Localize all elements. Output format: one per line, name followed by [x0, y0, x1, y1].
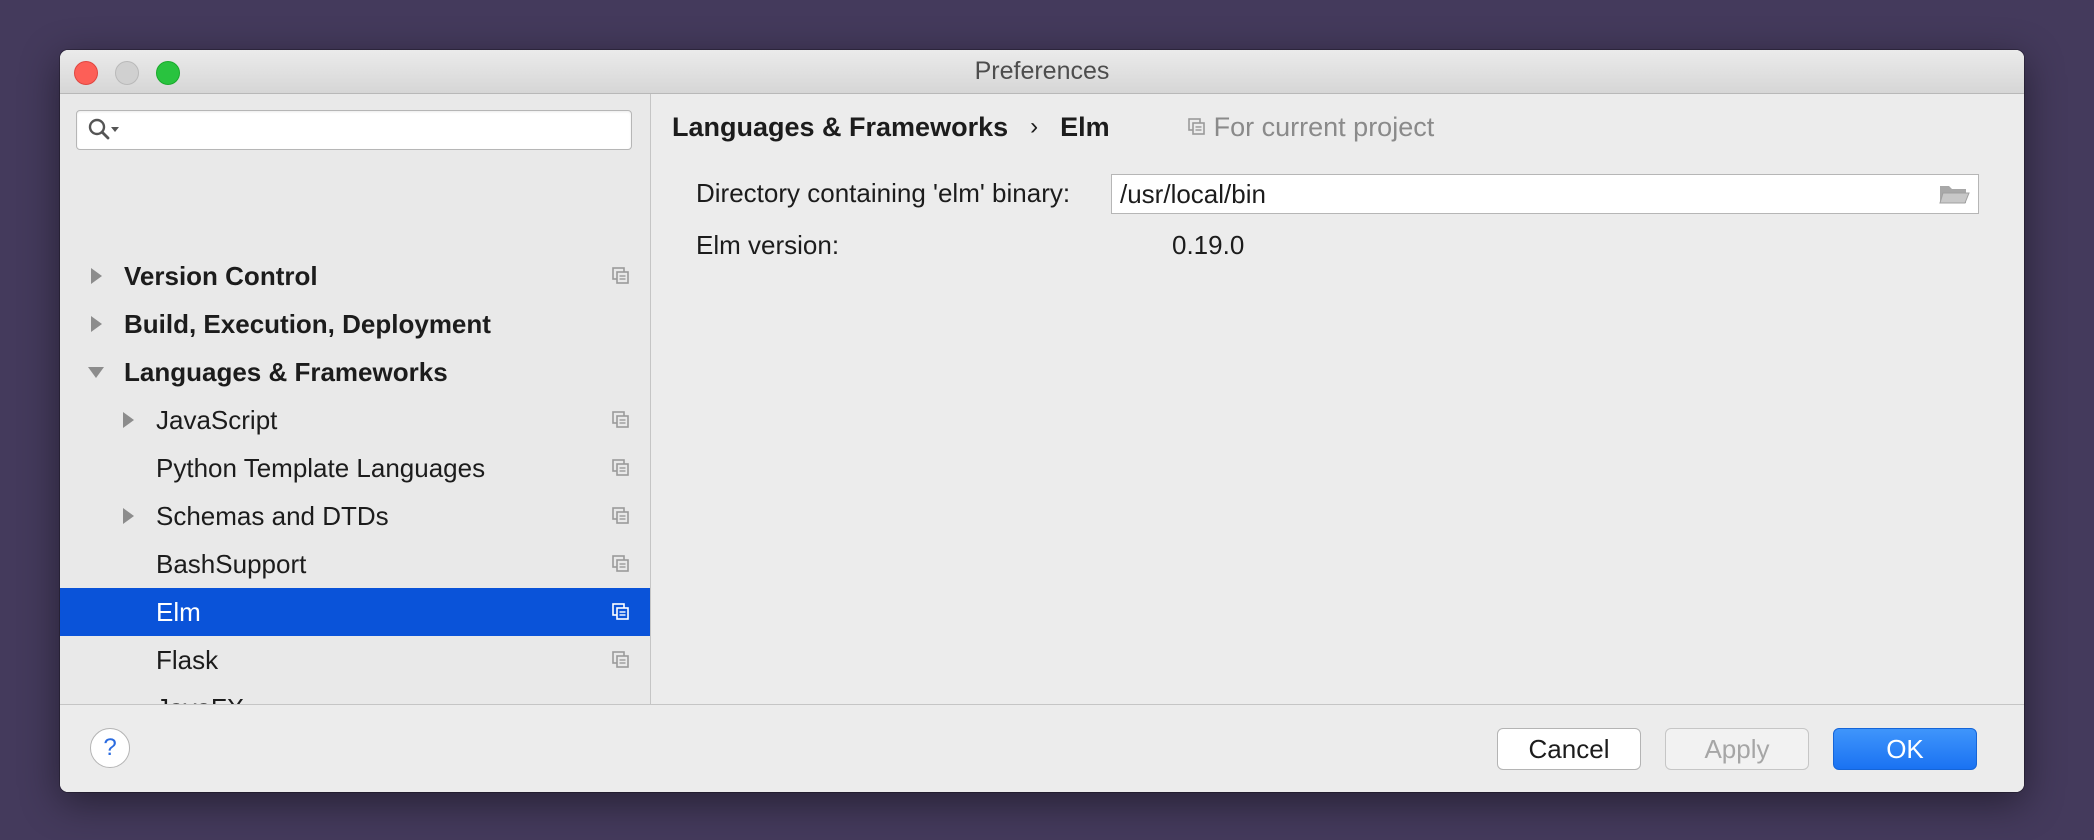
sidebar-item-label: Version Control: [124, 261, 318, 291]
sidebar-item-javafx[interactable]: JavaFX: [60, 684, 650, 704]
settings-search-input[interactable]: [125, 115, 625, 147]
sidebar-item-label: Flask: [156, 645, 219, 675]
elm-directory-input[interactable]: [1120, 178, 1900, 210]
copy-icon: [612, 459, 629, 476]
settings-search[interactable]: [76, 110, 632, 150]
window-title: Preferences: [974, 57, 1110, 85]
copy-icon: [612, 603, 629, 620]
project-scope-label: For current project: [1213, 111, 1435, 142]
settings-content: Languages & Frameworks › Elm For current…: [651, 94, 2024, 704]
elm-version-value: 0.19.0: [1172, 230, 1245, 260]
triangle-right-icon[interactable]: [86, 266, 106, 286]
title-bar[interactable]: Preferences: [60, 50, 2024, 94]
copy-icon: [612, 555, 629, 572]
sidebar-item-languages-frameworks[interactable]: Languages & Frameworks: [60, 348, 650, 396]
triangle-right-icon[interactable]: [86, 314, 106, 334]
search-icon[interactable]: [87, 117, 121, 143]
sidebar-item-label: Elm: [156, 597, 201, 627]
copy-icon: [612, 507, 629, 524]
triangle-right-icon[interactable]: [118, 410, 138, 430]
ok-button[interactable]: OK: [1833, 728, 1977, 770]
breadcrumb: Languages & Frameworks › Elm For current…: [672, 104, 1434, 150]
cancel-button[interactable]: Cancel: [1497, 728, 1641, 770]
copy-icon: [612, 651, 629, 668]
elm-directory-field[interactable]: [1111, 174, 1979, 214]
sidebar-item-elm[interactable]: Elm: [60, 588, 650, 636]
sidebar-item-build-execution-deployment[interactable]: Build, Execution, Deployment: [60, 300, 650, 348]
help-button[interactable]: ?: [90, 728, 130, 768]
sidebar-item-label: JavaFX: [156, 684, 244, 704]
sidebar-item-flask[interactable]: Flask: [60, 636, 650, 684]
sidebar-item-label: Languages & Frameworks: [124, 357, 448, 387]
sidebar-item-label: JavaScript: [156, 405, 278, 435]
breadcrumb-current: Elm: [1060, 111, 1110, 142]
sidebar-item-python-template-languages[interactable]: Python Template Languages: [60, 444, 650, 492]
elm-directory-label: Directory containing 'elm' binary:: [696, 178, 1071, 208]
elm-version-label: Elm version:: [696, 230, 840, 260]
breadcrumb-separator: ›: [1030, 113, 1039, 140]
settings-sidebar: Version Control Build, Execution, Deploym…: [60, 94, 651, 704]
project-scope-indicator: For current project: [1187, 111, 1435, 143]
sidebar-item-schemas-and-dtds[interactable]: Schemas and DTDs: [60, 492, 650, 540]
sidebar-item-javascript[interactable]: JavaScript: [60, 396, 650, 444]
sidebar-item-label: BashSupport: [156, 549, 307, 579]
sidebar-item-label: Python Template Languages: [156, 453, 486, 483]
sidebar-item-version-control[interactable]: Version Control: [60, 252, 650, 300]
copy-icon: [612, 267, 629, 284]
copy-icon: [612, 411, 629, 428]
breadcrumb-parent[interactable]: Languages & Frameworks: [672, 112, 1008, 143]
copy-icon: [1187, 118, 1205, 135]
preferences-dialog: Preferences Version Control Build, Execut…: [60, 50, 2024, 792]
apply-button[interactable]: Apply: [1665, 728, 1809, 770]
sidebar-item-label: Build, Execution, Deployment: [124, 309, 491, 339]
folder-icon[interactable]: [1938, 181, 1970, 207]
triangle-right-icon[interactable]: [118, 506, 138, 526]
dialog-footer: ? Cancel Apply OK: [60, 704, 2024, 792]
sidebar-item-bashsupport[interactable]: BashSupport: [60, 540, 650, 588]
triangle-down-icon[interactable]: [86, 362, 106, 382]
sidebar-item-label: Schemas and DTDs: [156, 501, 389, 531]
